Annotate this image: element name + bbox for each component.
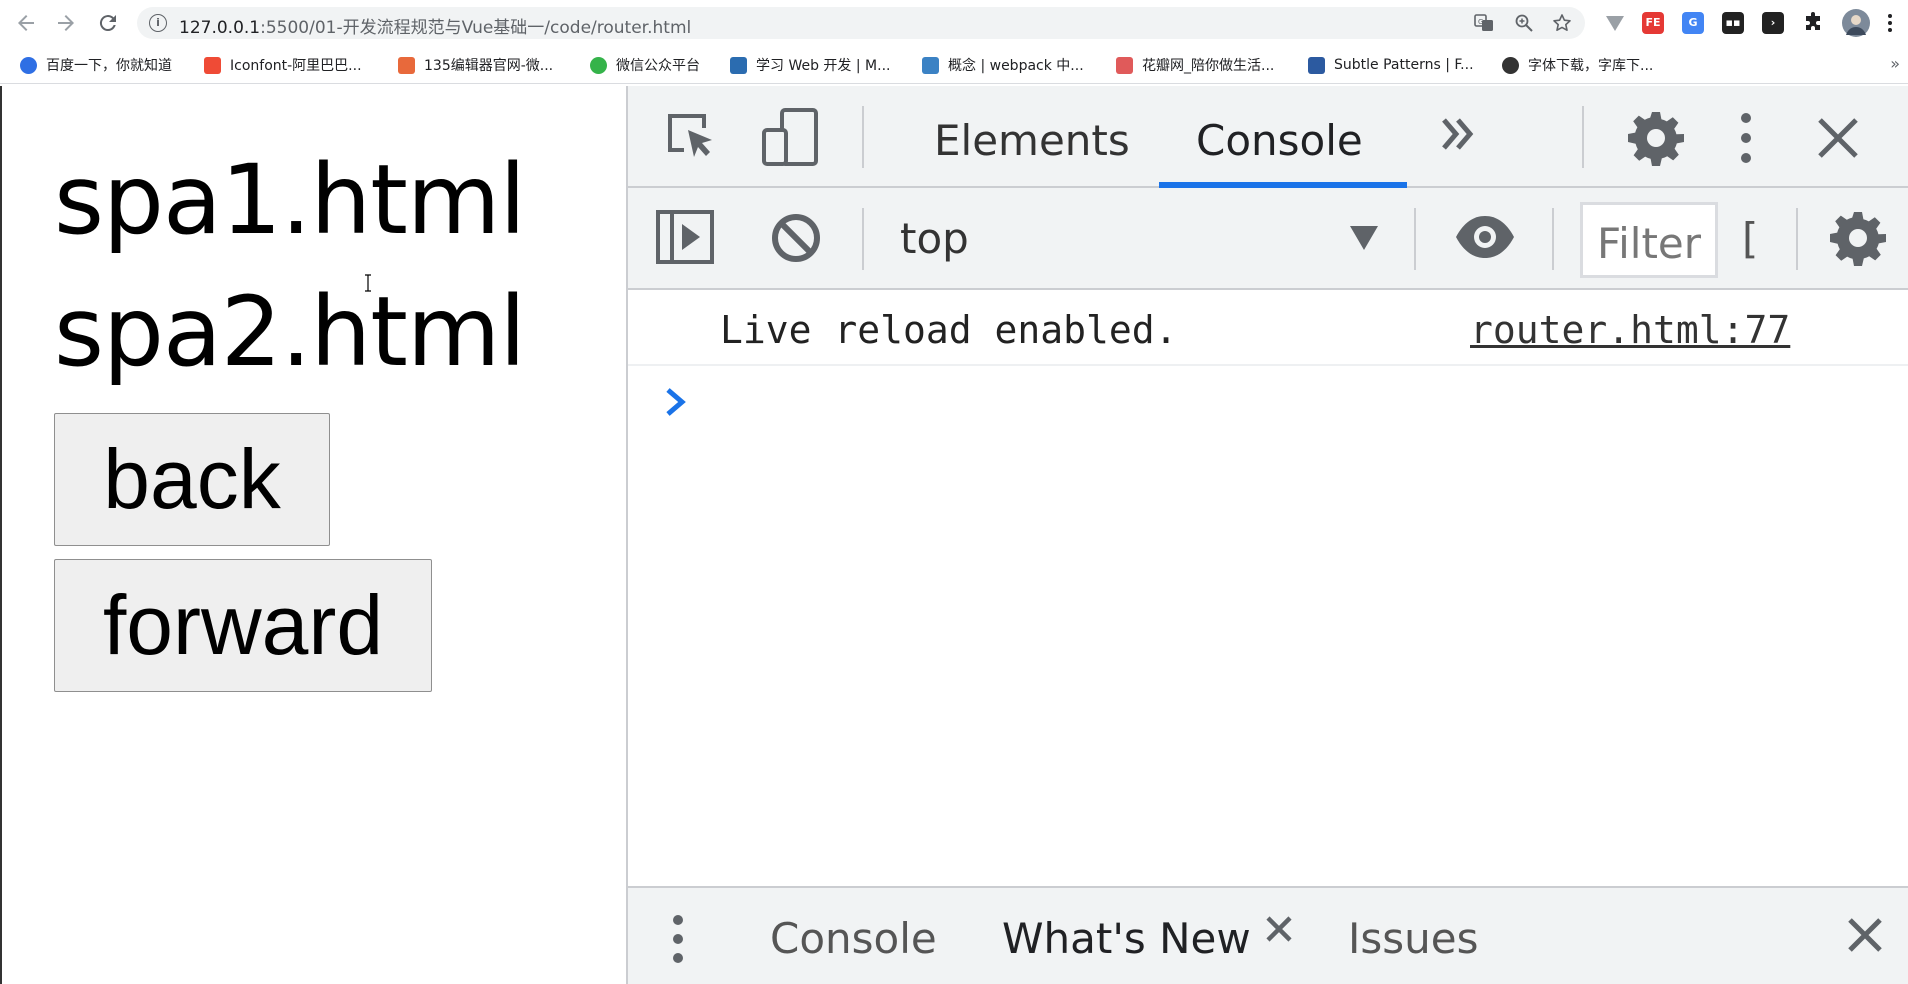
browser-menu-icon[interactable] — [1884, 12, 1896, 34]
devtools-drawer: Console What's New Issues — [628, 886, 1908, 984]
filter-placeholder: Filter — [1597, 219, 1702, 268]
drawer-tab-console[interactable]: Console — [770, 914, 937, 963]
bookmark-item[interactable]: 花瓣网_陪你做生活... — [1116, 54, 1274, 76]
subtle-patterns-icon — [1308, 56, 1325, 74]
drawer-menu-icon[interactable] — [670, 912, 686, 966]
inspect-element-icon[interactable] — [664, 110, 718, 164]
globe-icon — [1502, 56, 1519, 74]
svg-text:G: G — [1478, 18, 1483, 26]
devtools-menu-icon[interactable] — [1738, 110, 1754, 166]
live-expression-eye-icon[interactable] — [1454, 214, 1516, 260]
log-levels-dropdown[interactable]: [ — [1742, 214, 1758, 263]
vuetify-extension-icon[interactable] — [1604, 12, 1626, 34]
back-arrow-icon[interactable] — [14, 11, 38, 35]
translate-icon[interactable]: G — [1473, 13, 1495, 35]
drawer-tab-issues[interactable]: Issues — [1348, 914, 1479, 963]
console-output[interactable]: Live reload enabled. router.html:77 — [628, 290, 1908, 886]
tab-separator — [1582, 106, 1584, 168]
toolbar-separator — [1414, 208, 1416, 270]
console-settings-gear-icon[interactable] — [1830, 210, 1886, 266]
bookmarks-bar: 百度一下，你就知道 Iconfont-阿里巴巴... 135编辑器官网-微...… — [0, 46, 1908, 84]
profile-avatar[interactable] — [1842, 9, 1870, 37]
url-host: 127.0.0.1 — [179, 18, 261, 38]
tampermonkey-extension-icon[interactable]: ▪▪ — [1722, 12, 1744, 34]
reload-icon[interactable] — [96, 11, 120, 35]
close-devtools-icon[interactable] — [1816, 116, 1860, 160]
bookmark-item[interactable]: 微信公众平台 — [590, 54, 700, 76]
bookmark-item[interactable]: 学习 Web 开发 | M... — [730, 54, 890, 76]
huaban-icon — [1116, 56, 1133, 74]
log-message: Live reload enabled. — [720, 308, 1178, 352]
forward-arrow-icon[interactable] — [54, 11, 78, 35]
clear-console-icon[interactable] — [770, 212, 822, 264]
bookmark-star-icon[interactable] — [1551, 13, 1573, 35]
toolbar-separator — [1552, 208, 1554, 270]
bookmark-item[interactable]: 135编辑器官网-微... — [398, 54, 553, 76]
google-translate-extension-icon[interactable]: G — [1682, 12, 1704, 34]
console-log-row: Live reload enabled. router.html:77 — [628, 290, 1908, 366]
forward-button[interactable]: forward — [54, 559, 432, 692]
toolbar-separator — [862, 208, 864, 270]
toolbar-separator — [1796, 208, 1798, 270]
console-toolbar: top Filter [ — [628, 188, 1908, 290]
webpack-icon — [922, 56, 939, 74]
site-info-icon[interactable]: i — [149, 14, 167, 32]
extensions-puzzle-icon[interactable] — [1802, 12, 1824, 34]
close-drawer-icon[interactable] — [1846, 916, 1884, 954]
zoom-icon[interactable] — [1513, 13, 1535, 35]
mdn-icon — [730, 56, 747, 74]
bookmark-item[interactable]: Iconfont-阿里巴巴... — [204, 54, 362, 76]
terminal-extension-icon[interactable]: › — [1762, 12, 1784, 34]
url-path: :5500/01-开发流程规范与Vue基础一/code/router.html — [260, 18, 692, 38]
context-selector[interactable]: top — [900, 214, 969, 263]
close-tab-icon[interactable] — [1264, 914, 1294, 944]
log-source-link[interactable]: router.html:77 — [1470, 308, 1790, 352]
page-viewport: spa1.html spa2.html back forward — [0, 86, 626, 984]
bookmarks-overflow-icon[interactable]: » — [1890, 54, 1900, 73]
tab-separator — [862, 106, 864, 168]
135-editor-icon — [398, 56, 415, 74]
spa2-text: spa2.html — [54, 276, 526, 388]
filter-input[interactable]: Filter — [1580, 202, 1718, 278]
bookmark-item[interactable]: 百度一下，你就知道 — [20, 54, 172, 76]
drawer-tab-whats-new[interactable]: What's New — [1002, 914, 1251, 963]
console-prompt-chevron-icon[interactable] — [662, 382, 692, 422]
dropdown-arrow-icon[interactable] — [1350, 226, 1378, 250]
browser-chrome: i 127.0.0.1:5500/01-开发流程规范与Vue基础一/code/r… — [0, 0, 1908, 86]
devtools-panel: Elements Console top Filter [Live reloa… — [626, 86, 1908, 984]
iconfont-icon — [204, 56, 221, 74]
tab-console[interactable]: Console — [1196, 116, 1363, 165]
baidu-paw-icon — [20, 56, 37, 74]
address-bar[interactable]: i 127.0.0.1:5500/01-开发流程规范与Vue基础一/code/r… — [137, 7, 1585, 39]
bookmark-item[interactable]: Subtle Patterns | F... — [1308, 54, 1474, 76]
bookmark-item[interactable]: 概念 | webpack 中... — [922, 54, 1084, 76]
settings-gear-icon[interactable] — [1628, 110, 1684, 166]
more-tabs-chevron-icon[interactable] — [1438, 114, 1478, 154]
show-sidebar-icon[interactable] — [656, 210, 714, 264]
text-cursor-icon — [364, 274, 372, 292]
url-text[interactable]: 127.0.0.1:5500/01-开发流程规范与Vue基础一/code/rou… — [179, 13, 691, 38]
back-button[interactable]: back — [54, 413, 330, 546]
spa1-text: spa1.html — [54, 144, 526, 256]
wechat-mp-icon — [590, 56, 607, 74]
devtools-tab-bar: Elements Console — [628, 86, 1908, 188]
device-toolbar-icon[interactable] — [762, 106, 820, 168]
tab-elements[interactable]: Elements — [934, 116, 1130, 165]
browser-toolbar: i 127.0.0.1:5500/01-开发流程规范与Vue基础一/code/r… — [0, 0, 1908, 46]
bookmark-item[interactable]: 字体下载，字库下... — [1502, 54, 1653, 76]
fe-extension-icon[interactable]: FE — [1642, 12, 1664, 34]
